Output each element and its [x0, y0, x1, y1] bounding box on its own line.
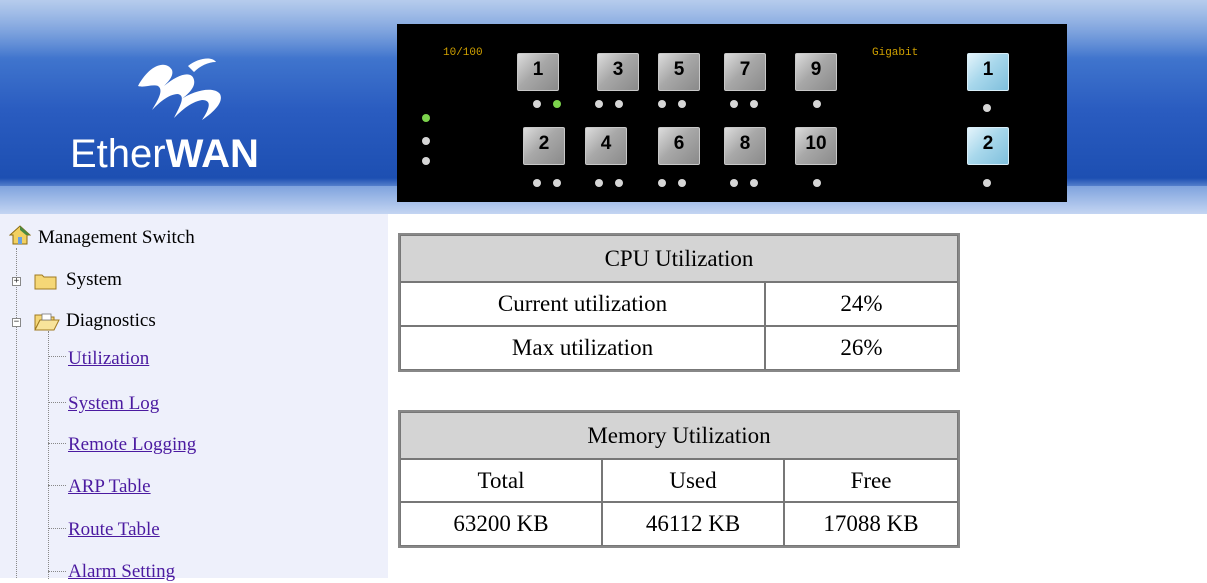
- port-3[interactable]: 3: [597, 53, 639, 91]
- cpu-current-value: 24%: [765, 282, 958, 326]
- header-banner: EtherWAN 10/100 Gigabit 1 3 5 7 9 2 4 6 …: [0, 0, 1207, 214]
- memory-total-value: 63200 KB: [400, 502, 602, 546]
- tree-line: [48, 443, 66, 444]
- port-9[interactable]: 9: [795, 53, 837, 91]
- port-10[interactable]: 10: [795, 127, 837, 165]
- port-7[interactable]: 7: [724, 53, 766, 91]
- tree-folder-diagnostics[interactable]: Diagnostics: [66, 310, 156, 332]
- tree-line: [48, 331, 49, 579]
- memory-used-value: 46112 KB: [602, 502, 784, 546]
- memory-header-free: Free: [784, 459, 958, 502]
- port-led: [750, 179, 758, 187]
- gigabit-port-led: [983, 179, 991, 187]
- port-led: [813, 179, 821, 187]
- memory-utilization-table: Memory Utilization Total Used Free 63200…: [398, 410, 960, 548]
- nav-link-route-table[interactable]: Route Table: [68, 519, 160, 541]
- port-number: 6: [673, 133, 685, 154]
- port-number: 2: [538, 133, 550, 154]
- port-1[interactable]: 1: [517, 53, 559, 91]
- logo-text-light: Ether: [70, 132, 166, 176]
- port-led: [595, 179, 603, 187]
- nav-link-arp-table[interactable]: ARP Table: [68, 476, 151, 498]
- home-icon: [9, 225, 31, 245]
- switch-front-panel: 10/100 Gigabit 1 3 5 7 9 2 4 6 8 10 1 2: [397, 24, 1067, 202]
- gigabit-port-2[interactable]: 2: [967, 127, 1009, 165]
- table-row: Current utilization 24%: [400, 282, 958, 326]
- port-number: 7: [739, 59, 751, 80]
- port-number: 4: [600, 133, 612, 154]
- port-6[interactable]: 6: [658, 127, 700, 165]
- port-led: [813, 100, 821, 108]
- gigabit-port-1[interactable]: 1: [967, 53, 1009, 91]
- navigation-sidebar: Management Switch + System − Diagnostics…: [0, 214, 388, 582]
- port-number: 9: [810, 59, 822, 80]
- cpu-table-title: CPU Utilization: [400, 235, 958, 282]
- tree-line: [48, 485, 66, 486]
- port-led: [553, 179, 561, 187]
- tree-line: [48, 402, 66, 403]
- port-number: 5: [673, 59, 685, 80]
- port-led: [678, 179, 686, 187]
- cpu-max-label: Max utilization: [400, 326, 765, 370]
- nav-link-remote-logging[interactable]: Remote Logging: [68, 434, 196, 456]
- cpu-max-value: 26%: [765, 326, 958, 370]
- port-led: [533, 179, 541, 187]
- etherwan-logo-icon: [138, 58, 221, 120]
- port-led: [730, 179, 738, 187]
- power-led: [422, 114, 430, 122]
- table-row: 63200 KB 46112 KB 17088 KB: [400, 502, 958, 546]
- gigabit-port-led: [983, 104, 991, 112]
- port-5[interactable]: 5: [658, 53, 700, 91]
- memory-free-value: 17088 KB: [784, 502, 958, 546]
- port-led: [615, 100, 623, 108]
- memory-header-used: Used: [602, 459, 784, 502]
- port-led: [553, 100, 561, 108]
- status-led: [422, 157, 430, 165]
- gigabit-label: Gigabit: [872, 47, 919, 59]
- memory-header-total: Total: [400, 459, 602, 502]
- port-number: 1: [982, 59, 994, 80]
- fast-ethernet-label: 10/100: [443, 47, 483, 59]
- port-number: 8: [739, 133, 751, 154]
- folder-icon: [34, 274, 57, 290]
- logo-text-bold: WAN: [165, 132, 259, 176]
- port-led: [730, 100, 738, 108]
- table-row: Total Used Free: [400, 459, 958, 502]
- tree-root-management-switch[interactable]: Management Switch: [38, 227, 195, 249]
- port-number: 2: [982, 133, 994, 154]
- tree-line: [48, 356, 66, 357]
- port-led: [615, 179, 623, 187]
- port-led: [533, 100, 541, 108]
- etherwan-logo-text: EtherWAN: [70, 130, 259, 178]
- cpu-utilization-table: CPU Utilization Current utilization 24% …: [398, 233, 960, 372]
- port-led: [750, 100, 758, 108]
- port-number: 10: [805, 133, 827, 154]
- status-led: [422, 137, 430, 145]
- port-led: [678, 100, 686, 108]
- expand-icon[interactable]: +: [12, 277, 21, 286]
- nav-link-system-log[interactable]: System Log: [68, 393, 159, 415]
- collapse-icon[interactable]: −: [12, 318, 21, 327]
- tree-line: [16, 248, 17, 578]
- nav-link-alarm-setting[interactable]: Alarm Setting: [68, 561, 175, 583]
- port-2[interactable]: 2: [523, 127, 565, 165]
- port-number: 3: [612, 59, 624, 80]
- port-led: [658, 100, 666, 108]
- cpu-current-label: Current utilization: [400, 282, 765, 326]
- table-row: Max utilization 26%: [400, 326, 958, 370]
- memory-table-title: Memory Utilization: [400, 412, 958, 459]
- port-8[interactable]: 8: [724, 127, 766, 165]
- tree-folder-system[interactable]: System: [66, 269, 122, 291]
- tree-line: [48, 528, 66, 529]
- port-number: 1: [532, 59, 544, 80]
- open-folder-icon: [34, 313, 60, 331]
- tree-line: [48, 571, 66, 572]
- port-led: [658, 179, 666, 187]
- port-4[interactable]: 4: [585, 127, 627, 165]
- nav-link-utilization[interactable]: Utilization: [68, 348, 149, 370]
- port-led: [595, 100, 603, 108]
